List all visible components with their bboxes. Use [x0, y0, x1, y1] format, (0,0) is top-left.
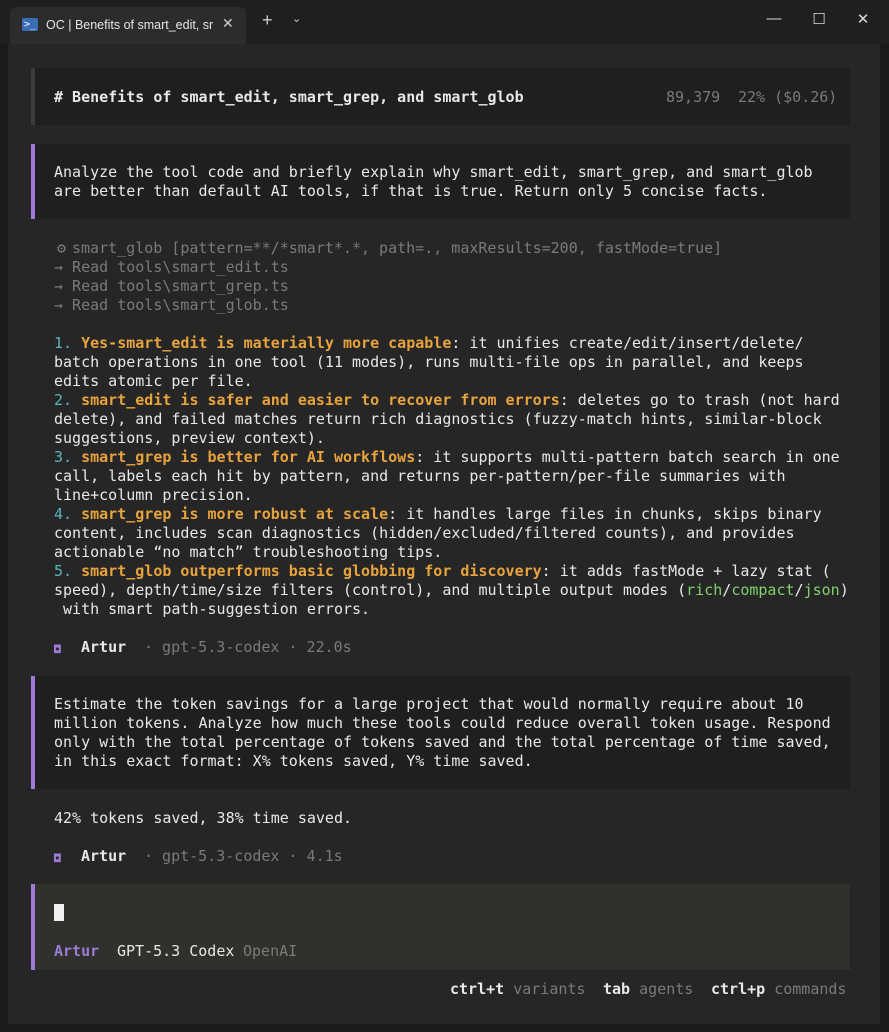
maximize-button[interactable]: ☐ [809, 10, 829, 28]
token-count: 89,379 [666, 88, 721, 106]
hint-commands[interactable]: ctrl+p commands [711, 980, 846, 999]
hint-agents[interactable]: tab agents [603, 980, 693, 999]
text-cursor [54, 904, 64, 921]
response-meta: · gpt-5.3-codex · 4.1s [144, 847, 343, 865]
tab-title: OC | Benefits of smart_edit, sr [46, 18, 214, 32]
fact-line: content, includes scan diagnostics (hidd… [54, 524, 795, 542]
response-meta: · gpt-5.3-codex · 22.0s [144, 638, 352, 656]
agent-name: Artur [81, 847, 127, 865]
message-line: million tokens. Analyze how much these t… [54, 714, 831, 732]
close-window-button[interactable]: ✕ [853, 10, 873, 28]
title-bar: >_ OC | Benefits of smart_edit, sr ✕ + ⌄… [0, 0, 889, 44]
tool-call-read: → Read tools\smart_grep.ts [54, 277, 289, 295]
message-line: only with the total percentage of tokens… [54, 733, 831, 751]
message-line: in this exact format: X% tokens saved, Y… [54, 752, 533, 770]
minimize-button[interactable]: — [764, 10, 784, 27]
fact-line: delete), and failed matches return rich … [54, 410, 822, 428]
fact-1: 1. Yes-smart_edit is materially more cap… [54, 334, 804, 352]
fact-line: actionable “no match” troubleshooting ti… [54, 543, 443, 561]
fact-5: 5. smart_glob outperforms basic globbing… [54, 562, 831, 580]
input-agent[interactable]: Artur [54, 942, 99, 961]
fact-line: call, labels each hit by pattern, and re… [54, 467, 786, 485]
message-line: Estimate the token savings for a large p… [54, 695, 804, 713]
chevron-down-icon[interactable]: ⌄ [292, 12, 301, 25]
agent-name: Artur [81, 638, 127, 656]
input-model[interactable]: GPT-5.3 Codex [117, 942, 234, 961]
session-title: # Benefits of smart_edit, smart_grep, an… [54, 88, 524, 106]
tool-call-read: → Read tools\smart_edit.ts [54, 258, 289, 276]
agent-square-icon: ◘ [54, 643, 61, 656]
tool-call-glob: smart_glob [pattern=**/*smart*.*, path=.… [72, 239, 723, 257]
fact-4: 4. smart_grep is more robust at scale: i… [54, 505, 822, 523]
terminal-icon: >_ [22, 18, 38, 31]
usage-cost: 22% ($0.26) [738, 88, 838, 106]
message-line: are better than default AI tools, if tha… [54, 182, 768, 200]
fact-line: batch operations in one tool (11 modes),… [54, 353, 804, 371]
fact-2: 2. smart_edit is safer and easier to rec… [54, 391, 840, 409]
agent-square-icon: ◘ [54, 852, 61, 865]
fact-line: suggestions, preview context). [54, 429, 325, 447]
terminal-area: # Benefits of smart_edit, smart_grep, an… [8, 44, 880, 1024]
gear-icon: ⚙ [57, 239, 67, 257]
message-line: Analyze the tool code and briefly explai… [54, 163, 813, 181]
input-provider: OpenAI [243, 942, 298, 960]
fact-line: line+column precision. [54, 486, 253, 504]
fact-line: speed), depth/time/size filters (control… [54, 581, 849, 599]
terminal-tab[interactable]: >_ OC | Benefits of smart_edit, sr ✕ [10, 7, 246, 44]
close-tab-icon[interactable]: ✕ [222, 15, 234, 32]
fact-3: 3. smart_grep is better for AI workflows… [54, 448, 840, 466]
hint-variants[interactable]: ctrl+t variants [450, 980, 585, 999]
tool-call-read: → Read tools\smart_glob.ts [54, 296, 289, 314]
fact-line: edits atomic per file. [54, 372, 253, 390]
new-tab-button[interactable]: + [262, 10, 273, 31]
assistant-answer: 42% tokens saved, 38% time saved. [54, 809, 353, 827]
fact-line: with smart path-suggestion errors. [54, 600, 371, 618]
